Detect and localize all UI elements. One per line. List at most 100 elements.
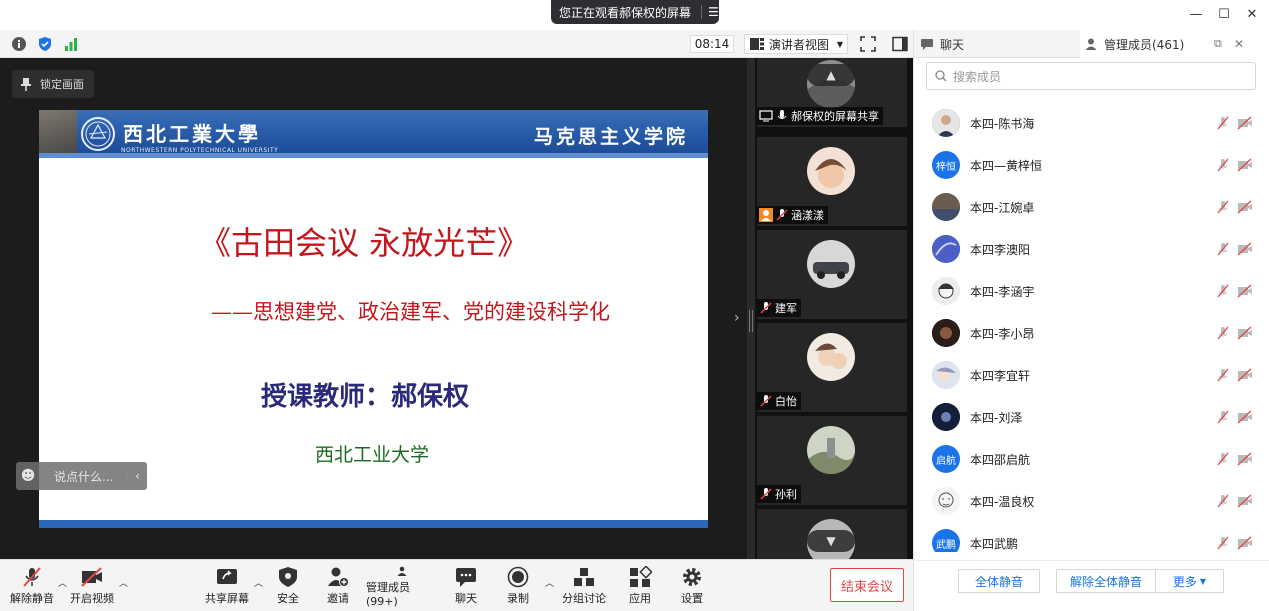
mic-muted-icon[interactable]: [1216, 452, 1230, 466]
mic-muted-icon[interactable]: [1216, 158, 1230, 172]
banner-menu-icon[interactable]: ☰: [708, 5, 719, 19]
avatar-photo: [932, 487, 960, 515]
list-item[interactable]: 梓恒 本四—黄梓恒: [914, 144, 1269, 186]
member-search-input[interactable]: 搜索成员: [926, 62, 1256, 90]
mic-muted-icon[interactable]: [1216, 494, 1230, 508]
chevron-up-icon[interactable]: ︿: [545, 576, 554, 589]
video-off-icon[interactable]: [1237, 158, 1253, 172]
video-off-icon[interactable]: [1237, 200, 1253, 214]
close-panel-icon[interactable]: ✕: [1234, 37, 1244, 51]
mic-muted-icon: [23, 567, 41, 587]
fullscreen-icon[interactable]: [860, 36, 876, 52]
settings-label: 设置: [681, 592, 703, 605]
video-tile[interactable]: 孙利: [757, 416, 907, 505]
mic-muted-icon[interactable]: [1216, 368, 1230, 382]
more-button[interactable]: 更多 ▼: [1156, 569, 1224, 593]
splitter-grip[interactable]: [749, 310, 753, 332]
video-splitter[interactable]: [747, 58, 755, 559]
mic-muted-icon[interactable]: [1216, 410, 1230, 424]
member-name: 本四-江婉卓: [970, 200, 1035, 215]
apps-button[interactable]: 应用: [622, 566, 658, 608]
maximize-icon[interactable]: ☐: [1214, 4, 1234, 24]
chevron-up-icon[interactable]: ︿: [254, 576, 263, 589]
video-off-icon[interactable]: [1237, 284, 1253, 298]
quick-chat-input[interactable]: ☻ 说点什么... ‹: [16, 462, 147, 490]
mic-muted-icon[interactable]: [1216, 116, 1230, 130]
settings-button[interactable]: 设置: [674, 566, 710, 608]
invite-button[interactable]: 邀请: [320, 566, 356, 608]
minimize-icon[interactable]: —: [1186, 4, 1206, 24]
record-icon: [507, 566, 529, 588]
video-tile-name: 孙利: [757, 485, 801, 503]
video-tile[interactable]: 涵漾漾: [757, 137, 907, 226]
invite-user-icon: [328, 567, 349, 587]
video-off-icon[interactable]: [1237, 242, 1253, 256]
mic-muted-icon[interactable]: [1216, 536, 1230, 550]
security-button[interactable]: 安全: [270, 566, 306, 608]
avatar-photo: [932, 319, 960, 347]
list-item[interactable]: 本四李宜轩: [914, 354, 1269, 396]
breakout-button[interactable]: 分组讨论: [560, 566, 608, 608]
video-off-icon[interactable]: [1237, 410, 1253, 424]
meeting-clock: 08:14: [690, 35, 734, 53]
list-item[interactable]: 本四-陈书海: [914, 102, 1269, 144]
video-off-icon[interactable]: [1237, 326, 1253, 340]
close-icon[interactable]: ✕: [1242, 4, 1262, 24]
popout-icon[interactable]: ⧉: [1214, 37, 1222, 51]
banner-divider: [701, 5, 703, 19]
video-off-icon[interactable]: [1237, 368, 1253, 382]
tab-chat[interactable]: 聊天: [914, 30, 1080, 58]
emoji-icon[interactable]: ☻: [16, 468, 40, 484]
unmute-button[interactable]: 解除静音: [10, 566, 54, 608]
scroll-down-icon[interactable]: ▼: [807, 530, 855, 552]
members-button[interactable]: 管理成员(99+): [366, 566, 438, 608]
video-tile[interactable]: 白怡: [757, 323, 907, 412]
side-panel-icon[interactable]: [892, 36, 908, 52]
tab-members[interactable]: 管理成员(461) ⧉ ✕: [1080, 30, 1269, 58]
mic-muted-icon[interactable]: [1216, 200, 1230, 214]
chevron-up-icon[interactable]: ︿: [58, 576, 67, 589]
list-item[interactable]: 武鹏 本四武鹏: [914, 522, 1269, 552]
list-item[interactable]: 本四-刘泽: [914, 396, 1269, 438]
list-item[interactable]: 本四李澳阳: [914, 228, 1269, 270]
list-item[interactable]: 本四-江婉卓: [914, 186, 1269, 228]
start-video-button[interactable]: 开启视频: [70, 566, 114, 608]
mute-all-button[interactable]: 全体静音: [958, 569, 1040, 593]
chevron-right-icon[interactable]: ›: [734, 310, 740, 326]
info-icon[interactable]: [11, 36, 27, 52]
mic-muted-icon[interactable]: [1216, 284, 1230, 298]
avatar-photo: [932, 403, 960, 431]
view-switch[interactable]: 演讲者视图 ▼: [744, 34, 848, 54]
member-name: 本四—黄梓恒: [970, 158, 1043, 173]
list-item[interactable]: 启航 本四邵启航: [914, 438, 1269, 480]
video-off-icon[interactable]: [1237, 536, 1253, 550]
share-screen-button[interactable]: 共享屏幕: [204, 566, 250, 608]
list-item[interactable]: 本四-温良权: [914, 480, 1269, 522]
start-video-label: 开启视频: [70, 592, 114, 605]
tab-chat-label: 聊天: [940, 37, 965, 52]
video-off-icon[interactable]: [1237, 116, 1253, 130]
shield-icon[interactable]: [37, 36, 53, 52]
video-off-icon[interactable]: [1237, 452, 1253, 466]
share-banner[interactable]: 您正在观看郝保权的屏幕 ☰: [551, 0, 719, 24]
video-tile[interactable]: 建军: [757, 230, 907, 319]
collapse-chevron-icon[interactable]: ‹: [127, 469, 147, 483]
end-meeting-button[interactable]: 结束会议: [830, 568, 904, 602]
mic-muted-icon[interactable]: [1216, 326, 1230, 340]
video-off-icon[interactable]: [1237, 494, 1253, 508]
scroll-up-icon[interactable]: ▲: [807, 64, 855, 86]
chevron-up-icon[interactable]: ︿: [119, 576, 128, 589]
list-item[interactable]: 本四-李小昂: [914, 312, 1269, 354]
chat-button[interactable]: 聊天: [448, 566, 484, 608]
avatar-photo: [807, 426, 855, 474]
list-item[interactable]: 本四-李涵宇: [914, 270, 1269, 312]
signal-icon[interactable]: [63, 36, 79, 52]
avatar: 梓恒: [932, 151, 960, 179]
university-logo-icon: [81, 117, 115, 151]
lock-view-button[interactable]: 锁定画面: [12, 70, 94, 98]
record-button[interactable]: 录制: [500, 566, 536, 608]
mic-muted-icon[interactable]: [1216, 242, 1230, 256]
avatar: [932, 109, 960, 137]
unmute-all-button[interactable]: 解除全体静音: [1056, 569, 1156, 593]
avatar: 启航: [932, 445, 960, 473]
